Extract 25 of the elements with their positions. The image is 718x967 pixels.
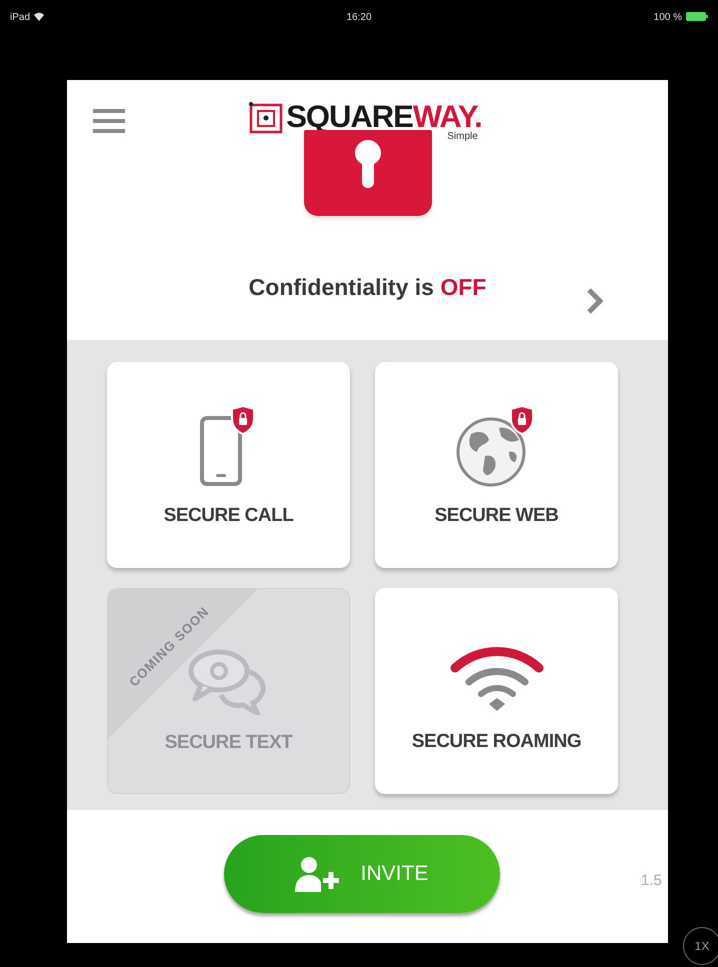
keyhole-icon: [354, 140, 380, 188]
confidentiality-status: Confidentiality is OFF: [248, 273, 486, 302]
tile-label: SECURE WEB: [434, 504, 558, 528]
chevron-right-icon[interactable]: [587, 288, 603, 314]
logo-wordmark: SQUAREWAY.: [286, 102, 482, 132]
logo-icon: [249, 102, 284, 134]
feature-tile[interactable]: SECURE WEB: [375, 362, 618, 568]
device-name: iPad: [10, 11, 30, 25]
feature-tile[interactable]: SECURE ROAMING: [375, 588, 618, 794]
version-number: 1.5: [641, 871, 662, 891]
menu-icon: [93, 109, 125, 133]
tile-label: SECURE ROAMING: [412, 730, 582, 754]
battery-percent: 100 %: [654, 11, 682, 25]
wifi-signal-icon: [34, 12, 44, 21]
clock-time: 16:20: [346, 11, 372, 25]
feature-tile[interactable]: SECURE CALL: [107, 362, 350, 568]
add-user-icon: [294, 856, 339, 892]
battery-icon: [686, 12, 708, 21]
wifi-icon: [448, 644, 544, 714]
logo-tagline: Simple: [447, 132, 478, 142]
tile-label: SECURE TEXT: [164, 731, 292, 755]
menu-button[interactable]: [93, 107, 125, 135]
tile-label: SECURE CALL: [164, 504, 294, 528]
lock-button[interactable]: [304, 130, 432, 216]
zoom-badge[interactable]: 1X: [683, 927, 718, 965]
